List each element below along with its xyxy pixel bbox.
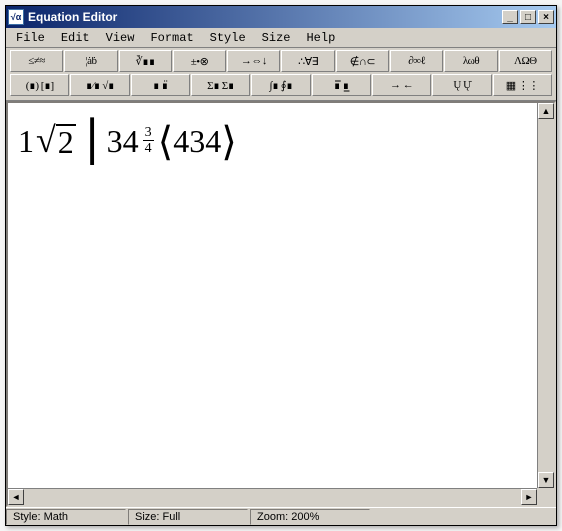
scroll-corner — [537, 488, 554, 505]
eq-bracket-val: 434 — [173, 123, 221, 160]
template-sub-sup[interactable]: ∎ ∎̈ — [131, 74, 190, 96]
status-bar: Style: Math Size: Full Zoom: 200% — [6, 507, 556, 525]
status-zoom-label: Zoom: — [257, 511, 288, 523]
palette-misc[interactable]: ∂∞ℓ — [390, 50, 443, 72]
menu-edit[interactable]: Edit — [53, 29, 98, 47]
toolbar: ≤≠≈ ¦ȧḃ ∛∎∎ ±•⊗ →⇔↓ ∴∀∃ ∉∩⊂ ∂∞ℓ λωθ ΛΩΘ … — [6, 48, 556, 101]
menu-bar: File Edit View Format Style Size Help — [6, 28, 556, 48]
template-matrix[interactable]: ▦ ⋮⋮ — [493, 74, 552, 96]
minimize-button[interactable]: _ — [502, 10, 518, 24]
integral-icon: ⎮ — [82, 126, 103, 158]
menu-size[interactable]: Size — [254, 29, 299, 47]
menu-help[interactable]: Help — [298, 29, 343, 47]
status-size: Size: Full — [128, 509, 248, 525]
scroll-right-icon[interactable]: ► — [521, 489, 537, 505]
toolbar-row-1: ≤≠≈ ¦ȧḃ ∛∎∎ ±•⊗ →⇔↓ ∴∀∃ ∉∩⊂ ∂∞ℓ λωθ ΛΩΘ — [10, 50, 552, 72]
horizontal-scrollbar[interactable]: ◄ ► — [8, 488, 537, 505]
palette-embellish[interactable]: ∛∎∎ — [119, 50, 172, 72]
status-size-value: Full — [163, 511, 181, 523]
app-window: √α Equation Editor _ □ × File Edit View … — [5, 5, 557, 526]
eq-frac-num: 3 — [143, 126, 154, 141]
status-style-label: Style: — [13, 511, 41, 523]
status-style: Style: Math — [6, 509, 126, 525]
eq-sqrt: √ 2 — [36, 124, 76, 160]
template-labeled-arrow[interactable]: → ← — [372, 74, 431, 96]
status-zoom: Zoom: 200% — [250, 509, 370, 525]
palette-arrows[interactable]: →⇔↓ — [227, 50, 280, 72]
palette-greek-lower[interactable]: λωθ — [444, 50, 497, 72]
template-fences[interactable]: (∎) [∎] — [10, 74, 69, 96]
radical-icon: √ — [36, 124, 56, 156]
menu-style[interactable]: Style — [202, 29, 254, 47]
title-bar[interactable]: √α Equation Editor _ □ × — [6, 6, 556, 28]
equation-display[interactable]: 1 √ 2 ⎮ 34 3 4 ⟨ 434 ⟩ — [18, 123, 237, 160]
equation-canvas[interactable]: 1 √ 2 ⎮ 34 3 4 ⟨ 434 ⟩ http://www.liangc… — [6, 101, 556, 507]
left-angle-bracket-icon: ⟨ — [158, 128, 174, 156]
app-icon: √α — [8, 9, 24, 25]
template-integral[interactable]: ∫∎ ∮∎ — [251, 74, 310, 96]
toolbar-row-2: (∎) [∎] ∎⁄∎ √∎ ∎ ∎̈ Σ∎ Σ∎ ∫∎ ∮∎ ∎̅ ∎̲ → … — [10, 74, 552, 96]
eq-frac-den: 4 — [143, 141, 154, 158]
vertical-scrollbar[interactable]: ▲ ▼ — [537, 103, 554, 488]
right-angle-bracket-icon: ⟩ — [221, 128, 237, 156]
status-zoom-value: 200% — [291, 511, 319, 523]
menu-file[interactable]: File — [8, 29, 53, 47]
eq-mid: 34 — [107, 123, 139, 160]
maximize-button[interactable]: □ — [520, 10, 536, 24]
menu-view[interactable]: View — [98, 29, 143, 47]
eq-fraction: 3 4 — [143, 126, 154, 158]
scroll-up-icon[interactable]: ▲ — [538, 103, 554, 119]
eq-coefficient: 1 — [18, 123, 34, 160]
canvas-container: 1 √ 2 ⎮ 34 3 4 ⟨ 434 ⟩ http://www.liangc… — [6, 101, 556, 507]
status-style-value: Math — [44, 511, 68, 523]
palette-spaces[interactable]: ¦ȧḃ — [64, 50, 117, 72]
status-size-label: Size: — [135, 511, 159, 523]
close-button[interactable]: × — [538, 10, 554, 24]
palette-operators[interactable]: ±•⊗ — [173, 50, 226, 72]
scroll-left-icon[interactable]: ◄ — [8, 489, 24, 505]
eq-sqrt-arg: 2 — [56, 124, 76, 160]
palette-logical[interactable]: ∴∀∃ — [281, 50, 334, 72]
scroll-down-icon[interactable]: ▼ — [538, 472, 554, 488]
template-over-under[interactable]: ∎̅ ∎̲ — [312, 74, 371, 96]
menu-format[interactable]: Format — [142, 29, 201, 47]
palette-greek-upper[interactable]: ΛΩΘ — [499, 50, 552, 72]
template-sum[interactable]: Σ∎ Σ∎ — [191, 74, 250, 96]
template-frac-root[interactable]: ∎⁄∎ √∎ — [70, 74, 129, 96]
palette-set[interactable]: ∉∩⊂ — [336, 50, 389, 72]
template-products[interactable]: Ų Ų̇ — [432, 74, 491, 96]
window-title: Equation Editor — [28, 10, 500, 24]
palette-relational[interactable]: ≤≠≈ — [10, 50, 63, 72]
